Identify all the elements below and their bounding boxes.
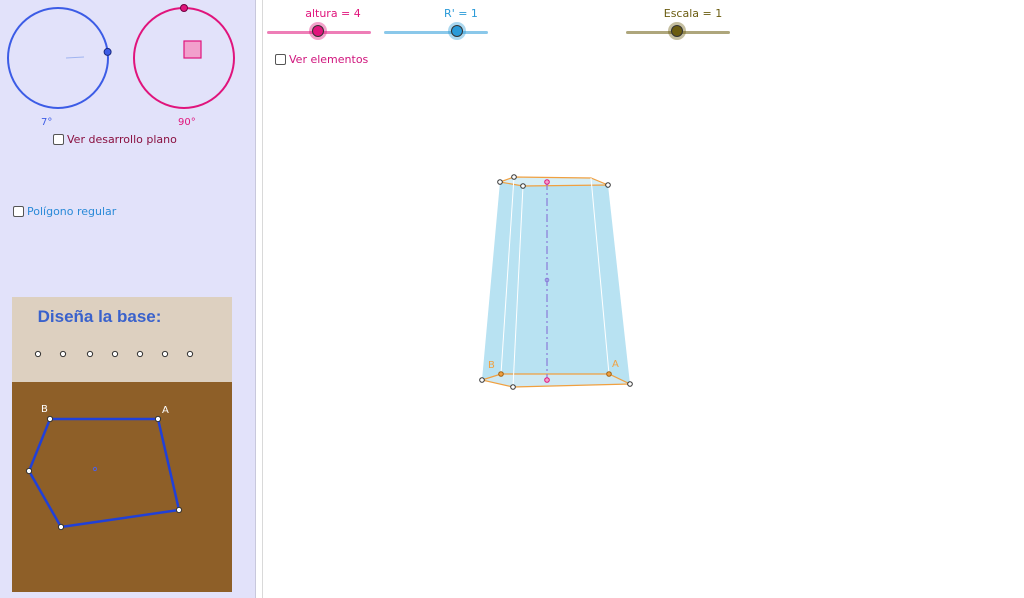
base-polygon[interactable] <box>27 417 181 529</box>
tilt-angle-label: 90° <box>178 117 196 128</box>
right-angle-marker <box>183 40 202 59</box>
main-3d-view: altura = 4 R' = 1 Escala = 1 Ver element… <box>262 0 1024 598</box>
left-panel: 7° 90° Ver desarrollo plano Polígono reg… <box>0 0 256 598</box>
prism-vertex-a[interactable] <box>606 371 612 377</box>
base-vertex[interactable] <box>175 506 183 514</box>
prism-vertex[interactable] <box>479 377 485 383</box>
palette-point[interactable] <box>111 350 119 358</box>
base-designer-header: Diseña la base: <box>12 297 232 382</box>
prism-bottom-center[interactable] <box>544 377 550 383</box>
rotation-angle-label: 7° <box>41 117 53 128</box>
control-dials <box>7 4 235 109</box>
prism-vertex[interactable] <box>497 179 503 185</box>
regular-polygon-label: Polígono regular <box>27 205 117 218</box>
palette-point[interactable] <box>136 350 144 358</box>
base-centroid <box>92 466 98 472</box>
base-vertex-b[interactable] <box>46 415 54 423</box>
point-palette <box>34 350 194 358</box>
rotation-dial[interactable] <box>7 7 109 109</box>
prism-top-center[interactable] <box>544 179 550 185</box>
palette-point[interactable] <box>59 350 67 358</box>
regular-polygon-checkbox-box[interactable] <box>13 206 24 217</box>
prism-vertex[interactable] <box>510 384 516 390</box>
flat-development-checkbox-box[interactable] <box>53 134 64 145</box>
base-vertex[interactable] <box>25 467 33 475</box>
prism-label-b: B <box>488 360 495 371</box>
base-designer: Diseña la base: B A <box>12 297 232 592</box>
base-vertex-a[interactable] <box>154 415 162 423</box>
prism-vertex[interactable] <box>520 183 526 189</box>
prism-label-a: A <box>612 359 619 370</box>
prism-body <box>482 182 630 384</box>
base-polygon-drawing: B A <box>25 404 183 531</box>
rotation-needle <box>65 56 85 59</box>
prism-vertex[interactable] <box>511 174 517 180</box>
prism-3d-drawing: B A <box>479 174 633 390</box>
tilt-handle[interactable] <box>180 4 188 12</box>
palette-point[interactable] <box>34 350 42 358</box>
prism-vertex[interactable] <box>605 182 611 188</box>
base-label-a: A <box>162 405 169 416</box>
flat-development-checkbox[interactable]: Ver desarrollo plano <box>53 133 177 146</box>
palette-point[interactable] <box>161 350 169 358</box>
flat-development-label: Ver desarrollo plano <box>67 133 177 146</box>
palette-point[interactable] <box>86 350 94 358</box>
regular-polygon-checkbox[interactable]: Polígono regular <box>13 205 116 218</box>
prism-vertex[interactable] <box>627 381 633 387</box>
base-label-b: B <box>41 404 48 415</box>
palette-point[interactable] <box>186 350 194 358</box>
base-vertex[interactable] <box>57 523 65 531</box>
rotation-handle[interactable] <box>103 47 112 56</box>
base-drawing-canvas[interactable]: B A <box>12 382 232 592</box>
prism-vertex-b[interactable] <box>498 371 504 377</box>
